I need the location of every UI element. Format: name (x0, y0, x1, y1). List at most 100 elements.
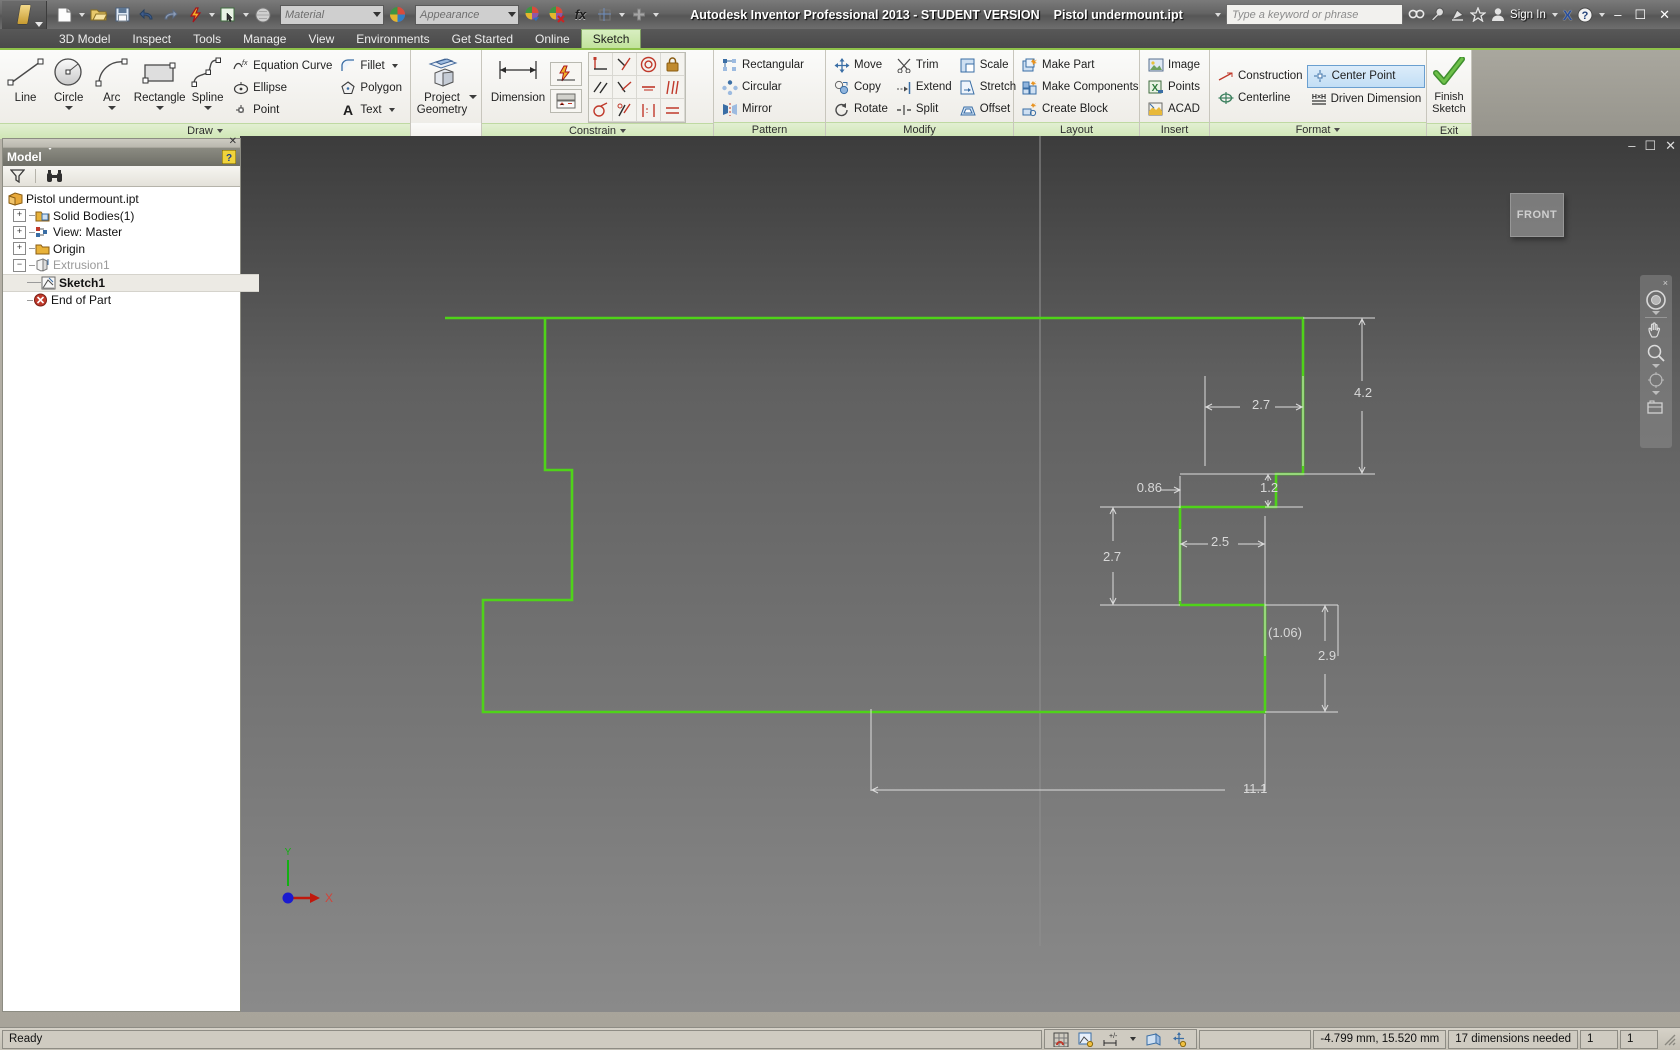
points-button[interactable]: X Points (1144, 77, 1204, 98)
wrench-icon[interactable] (1430, 7, 1445, 22)
expand-icon[interactable]: + (13, 225, 26, 239)
rotate-button[interactable]: Rotate (830, 99, 892, 120)
chevron-down-icon[interactable] (1599, 12, 1606, 17)
sketch-canvas[interactable]: Y X (240, 136, 1680, 1012)
autodesk-exchange-icon[interactable]: X (1563, 7, 1572, 23)
centerline-button[interactable]: Centerline (1214, 88, 1307, 109)
chevron-down-icon[interactable] (1215, 12, 1222, 17)
spline-button[interactable]: Spline (186, 52, 229, 123)
circle-button[interactable]: Circle (47, 52, 90, 123)
material-dropdown[interactable]: Material (280, 4, 384, 25)
rectangular-pattern-button[interactable]: Rectangular (718, 55, 808, 76)
viewport-scrollbar[interactable] (1671, 270, 1678, 740)
make-components-button[interactable]: Make Components (1018, 77, 1143, 98)
collinear-constraint-button[interactable] (637, 76, 661, 99)
chevron-down-icon[interactable] (64, 106, 73, 110)
chevron-down-icon[interactable] (1652, 391, 1660, 395)
gfx-restore-button[interactable]: ☐ (1644, 138, 1656, 154)
point-button[interactable]: Point (229, 99, 336, 120)
tab-tools[interactable]: Tools (182, 29, 232, 48)
minimize-button[interactable]: – (1610, 7, 1625, 22)
perpendicular-constraint-button[interactable] (589, 53, 613, 76)
help-icon[interactable]: ? (1577, 7, 1593, 23)
arc-button[interactable]: Arc (90, 52, 133, 123)
search-icon[interactable] (1408, 7, 1425, 22)
chevron-down-icon[interactable] (107, 106, 116, 110)
tab-view[interactable]: View (297, 29, 345, 48)
expand-icon[interactable]: + (13, 242, 26, 256)
chevron-down-icon[interactable] (209, 12, 215, 17)
redo-icon[interactable] (160, 4, 181, 25)
scale-button[interactable]: Scale (956, 55, 1020, 76)
smooth-constraint-button[interactable] (589, 99, 613, 122)
mirror-button[interactable]: Mirror (718, 99, 808, 120)
chevron-down-icon[interactable] (388, 107, 395, 112)
chevron-down-icon[interactable] (1652, 364, 1660, 368)
chevron-down-icon[interactable] (619, 12, 625, 17)
full-navigation-wheel-icon[interactable] (1644, 289, 1668, 310)
zoom-magnifier-icon[interactable] (1646, 342, 1666, 363)
extend-button[interactable]: Extend (892, 77, 956, 98)
tree-node-origin[interactable]: + Origin (8, 241, 240, 258)
polygon-button[interactable]: Polygon (336, 77, 406, 98)
clear-appearance-icon[interactable] (546, 4, 567, 25)
expand-icon[interactable]: + (13, 209, 26, 223)
close-button[interactable]: ✕ (1655, 7, 1674, 23)
chevron-down-icon[interactable] (243, 12, 249, 17)
add-qat-icon[interactable] (628, 4, 649, 25)
camera-view-icon[interactable] (1646, 396, 1666, 417)
acad-button[interactable]: ACAD (1144, 99, 1204, 120)
sign-in-button[interactable]: Sign In (1510, 9, 1546, 21)
make-part-button[interactable]: Make Part (1018, 55, 1143, 76)
tab-environments[interactable]: Environments (345, 29, 440, 48)
tree-node-end-of-part[interactable]: End of Part (8, 292, 240, 309)
equal-length-constraint-button[interactable] (661, 76, 685, 99)
dim-label-1p06-driven[interactable]: (1.06) (1268, 625, 1302, 640)
view-cube[interactable]: FRONT (1510, 193, 1564, 237)
tab-inspect[interactable]: Inspect (121, 29, 182, 48)
project-geometry-button[interactable]: Project Geometry (415, 52, 469, 123)
slice-graphics-icon[interactable] (1145, 1032, 1162, 1047)
tab-online[interactable]: Online (524, 29, 581, 48)
dim-label-2p5[interactable]: 2.5 (1211, 534, 1229, 549)
browser-header-group[interactable]: Model (7, 145, 54, 164)
degrees-of-freedom-icon[interactable] (1171, 1031, 1188, 1047)
fillet-button[interactable]: Fillet (336, 55, 406, 76)
chevron-down-icon[interactable] (469, 95, 477, 99)
dim-label-1p2[interactable]: 1.2 (1260, 480, 1278, 495)
pan-hand-icon[interactable] (1646, 320, 1666, 341)
satellite-icon[interactable] (1450, 7, 1465, 22)
save-icon[interactable] (112, 4, 133, 25)
dimension-display-icon[interactable]: +/- (1103, 1032, 1120, 1047)
appearance-dropdown[interactable]: Appearance (415, 4, 519, 25)
browser-close-icon[interactable]: ✕ (229, 136, 237, 147)
split-button[interactable]: Split (892, 99, 956, 120)
snap-to-grid-icon[interactable] (1053, 1032, 1069, 1047)
chevron-down-icon[interactable] (1551, 12, 1558, 17)
binoculars-icon[interactable] (46, 169, 63, 183)
text-button[interactable]: A Text (336, 99, 406, 120)
dim-label-2p9[interactable]: 2.9 (1318, 648, 1336, 663)
rectangle-button[interactable]: Rectangle (133, 52, 186, 123)
image-button[interactable]: Image (1144, 55, 1204, 76)
update-icon[interactable] (184, 4, 205, 25)
tree-node-part[interactable]: Pistol undermount.ipt (8, 191, 240, 208)
symmetric-constraint-button[interactable] (613, 99, 637, 122)
filter-icon[interactable] (10, 169, 25, 183)
tree-node-view-master[interactable]: + View: Master (8, 224, 240, 241)
tab-sketch[interactable]: Sketch (580, 29, 642, 48)
chevron-down-icon[interactable] (391, 63, 398, 68)
trim-button[interactable]: Trim (892, 55, 956, 76)
gfx-close-button[interactable]: ✕ (1665, 138, 1676, 154)
open-file-icon[interactable] (88, 4, 109, 25)
tree-node-solid-bodies[interactable]: + Solid Bodies(1) (8, 208, 240, 225)
search-input[interactable]: Type a keyword or phrase (1226, 4, 1404, 25)
sketch-visibility-icon[interactable] (1078, 1032, 1094, 1047)
parallel-constraint-button[interactable] (589, 76, 613, 99)
copy-button[interactable]: Copy (830, 77, 892, 98)
chevron-down-icon[interactable] (1652, 311, 1660, 315)
dim-label-4p2[interactable]: 4.2 (1354, 385, 1372, 400)
move-button[interactable]: Move (830, 55, 892, 76)
dim-label-0p86[interactable]: 0.86 (1137, 480, 1162, 495)
graphics-window[interactable]: – ☐ ✕ Y X 2.7 4.2 1.2 0.86 2.7 2.5 (1.06… (240, 136, 1680, 1012)
